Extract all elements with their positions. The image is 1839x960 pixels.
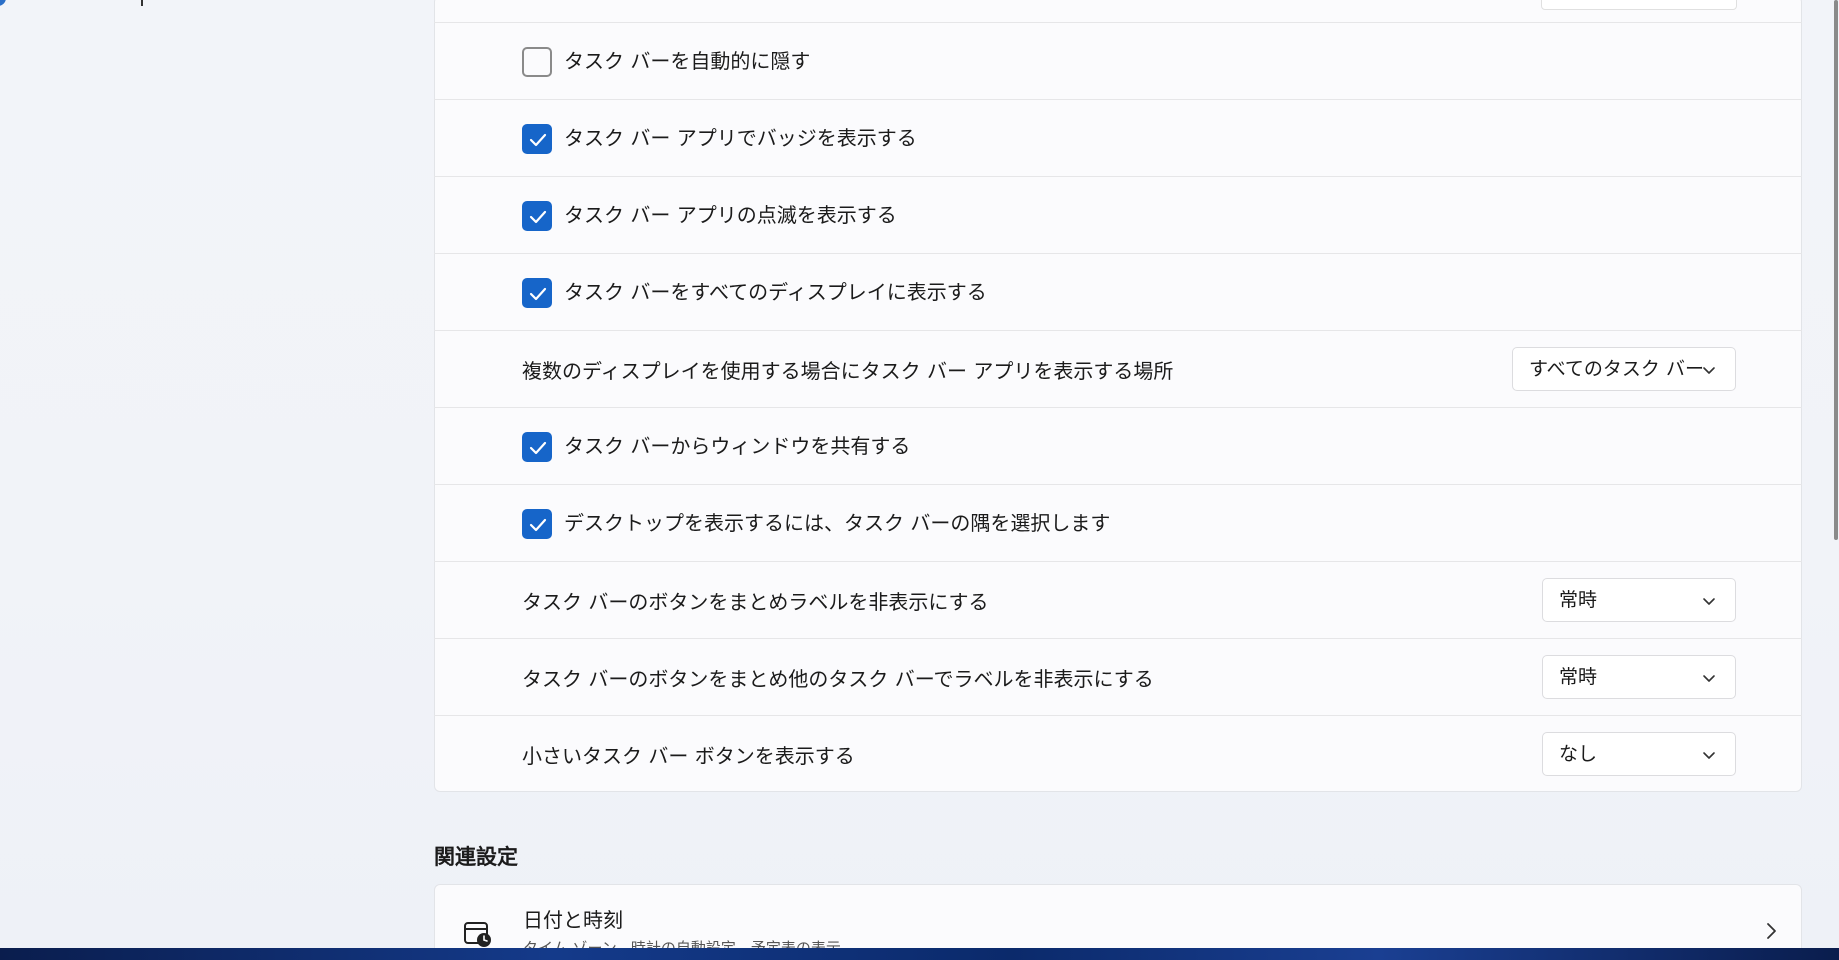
calendar-clock-icon bbox=[464, 922, 491, 947]
show-desktop-checkbox[interactable] bbox=[522, 509, 552, 539]
dropdown-value: 常時 bbox=[1559, 666, 1598, 688]
chevron-down-icon bbox=[1703, 367, 1715, 374]
chevron-down-icon bbox=[1703, 752, 1715, 759]
small-buttons-dropdown[interactable]: なし bbox=[1542, 732, 1736, 776]
date-time-title: 日付と時刻 bbox=[523, 908, 623, 932]
checkmark-icon bbox=[529, 210, 547, 224]
checkmark-icon bbox=[529, 133, 547, 147]
setting-row-badges[interactable]: タスク バー アプリでバッジを表示する bbox=[434, 99, 1802, 175]
setting-row-show-desktop[interactable]: デスクトップを表示するには、タスク バーの隅を選択します bbox=[434, 484, 1802, 560]
setting-row-flashing[interactable]: タスク バー アプリの点滅を表示する bbox=[434, 176, 1802, 252]
chevron-down-icon bbox=[1703, 598, 1715, 605]
setting-row-auto-hide[interactable]: タスク バーを自動的に隠す bbox=[434, 22, 1802, 98]
dropdown-value: 常時 bbox=[1559, 589, 1598, 611]
all-displays-checkbox[interactable] bbox=[522, 278, 552, 308]
combine-buttons-dropdown[interactable]: 常時 bbox=[1542, 578, 1736, 622]
combine-buttons-label: タスク バーのボタンをまとめラベルを非表示にする bbox=[522, 590, 989, 614]
combine-other-taskbars-dropdown[interactable]: 常時 bbox=[1542, 655, 1736, 699]
related-item-date-time[interactable]: 日付と時刻 タイム ゾーン、時計の自動設定、予定表の表示 bbox=[434, 884, 1802, 948]
auto-hide-checkbox[interactable] bbox=[522, 47, 552, 77]
text-caret bbox=[141, 0, 143, 6]
setting-row-combine-buttons: タスク バーのボタンをまとめラベルを非表示にする 常時 bbox=[434, 561, 1802, 637]
vertical-scrollbar[interactable] bbox=[1834, 0, 1838, 540]
setting-row-share-window[interactable]: タスク バーからウィンドウを共有する bbox=[434, 407, 1802, 483]
multi-display-apps-label: 複数のディスプレイを使用する場合にタスク バー アプリを表示する場所 bbox=[522, 359, 1174, 383]
dropdown-value: なし bbox=[1559, 743, 1598, 765]
share-window-checkbox[interactable] bbox=[522, 432, 552, 462]
flashing-label: タスク バー アプリの点滅を表示する bbox=[564, 203, 897, 227]
multi-display-apps-dropdown[interactable]: すべてのタスク バー bbox=[1512, 347, 1736, 391]
setting-row-all-displays[interactable]: タスク バーをすべてのディスプレイに表示する bbox=[434, 253, 1802, 329]
share-window-label: タスク バーからウィンドウを共有する bbox=[564, 434, 911, 458]
taskbar-alignment-dropdown[interactable] bbox=[1541, 0, 1737, 10]
user-avatar-edge bbox=[0, 0, 6, 6]
chevron-right-icon bbox=[1767, 923, 1776, 939]
combine-other-taskbars-label: タスク バーのボタンをまとめ他のタスク バーでラベルを非表示にする bbox=[522, 667, 1154, 691]
checkmark-icon bbox=[529, 518, 547, 532]
related-settings-heading: 関連設定 bbox=[434, 845, 518, 869]
small-buttons-label: 小さいタスク バー ボタンを表示する bbox=[522, 744, 855, 768]
badges-checkbox[interactable] bbox=[522, 124, 552, 154]
flashing-checkbox[interactable] bbox=[522, 201, 552, 231]
badges-label: タスク バー アプリでバッジを表示する bbox=[564, 126, 917, 150]
dropdown-value: すべてのタスク バー bbox=[1529, 358, 1704, 380]
chevron-down-icon bbox=[1703, 675, 1715, 682]
show-desktop-label: デスクトップを表示するには、タスク バーの隅を選択します bbox=[564, 511, 1111, 535]
date-time-subtitle: タイム ゾーン、時計の自動設定、予定表の表示 bbox=[523, 939, 841, 948]
setting-row-combine-other-taskbars: タスク バーのボタンをまとめ他のタスク バーでラベルを非表示にする 常時 bbox=[434, 638, 1802, 714]
settings-window: タスク バーを自動的に隠す タスク バー アプリでバッジを表示する タスク バー… bbox=[0, 0, 1839, 948]
setting-row-multi-display-apps: 複数のディスプレイを使用する場合にタスク バー アプリを表示する場所 すべてのタ… bbox=[434, 330, 1802, 406]
windows-taskbar bbox=[0, 948, 1839, 960]
auto-hide-label: タスク バーを自動的に隠す bbox=[564, 49, 811, 73]
all-displays-label: タスク バーをすべてのディスプレイに表示する bbox=[564, 280, 987, 304]
setting-row-small-buttons: 小さいタスク バー ボタンを表示する なし bbox=[434, 715, 1802, 791]
checkmark-icon bbox=[529, 441, 547, 455]
checkmark-icon bbox=[529, 287, 547, 301]
